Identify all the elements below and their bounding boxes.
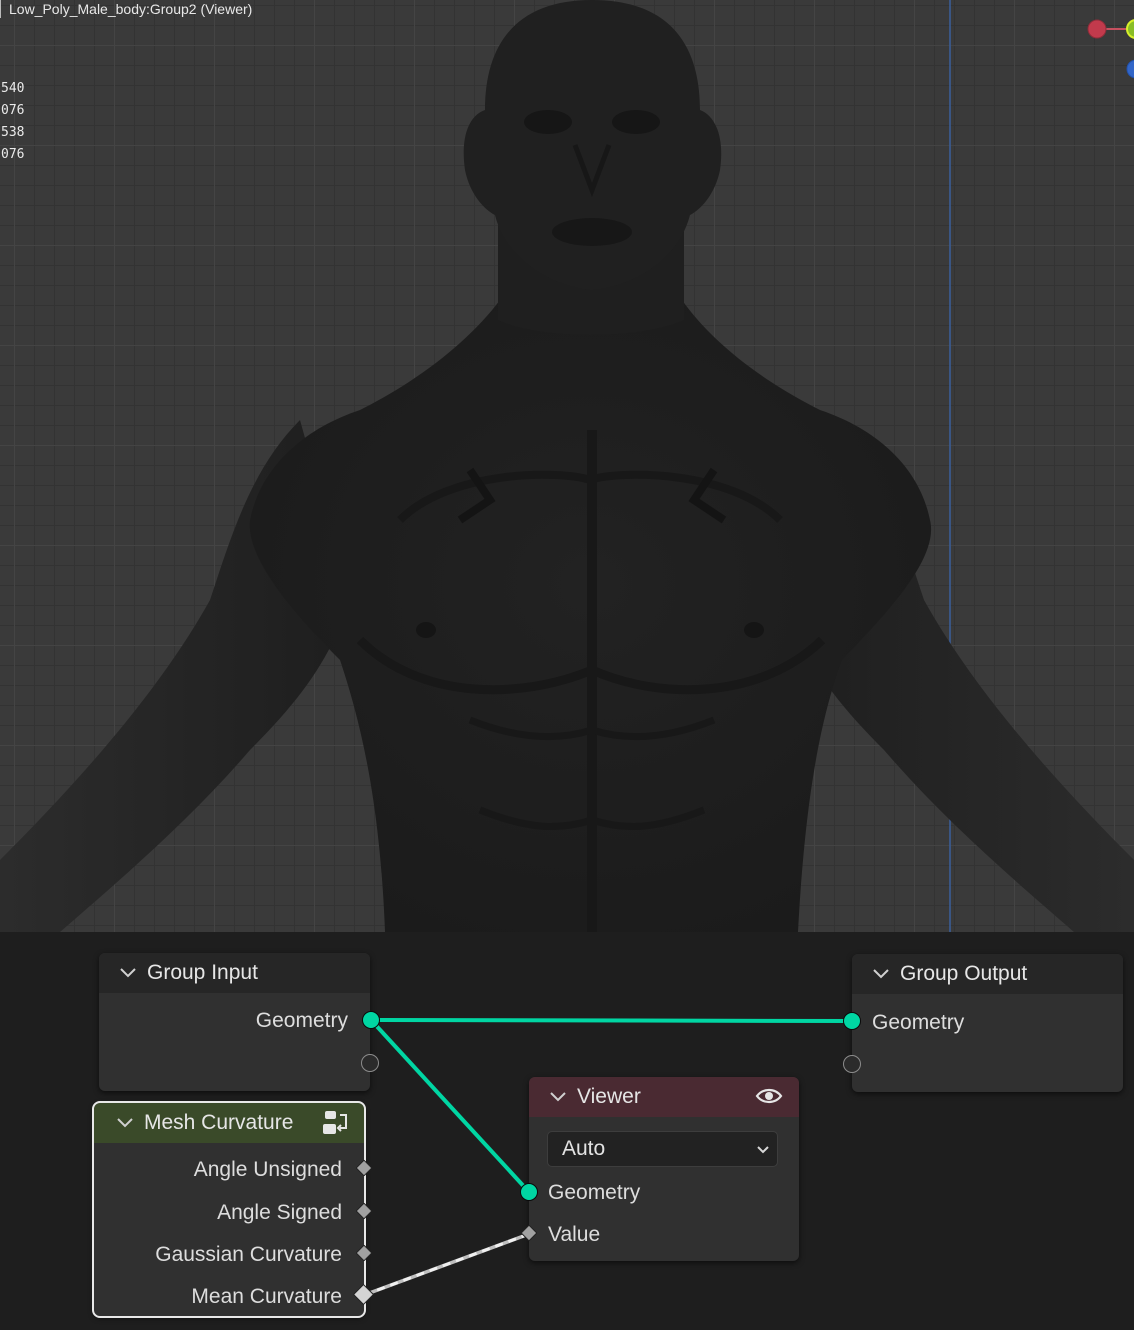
chevron-down-icon[interactable] — [547, 1086, 569, 1108]
z-axis-icon[interactable] — [1126, 59, 1134, 79]
stat-value: 538 — [1, 125, 25, 140]
geometry-output-socket[interactable] — [362, 1011, 380, 1029]
x-axis-icon[interactable] — [1087, 19, 1107, 39]
socket-label-angle-unsigned: Angle Unsigned — [193, 1158, 342, 1181]
domain-dropdown[interactable]: Auto — [547, 1131, 778, 1167]
node-header[interactable]: Viewer — [529, 1077, 799, 1117]
socket-label-value: Value — [548, 1223, 601, 1246]
group-input-node[interactable]: Group Input Geometry — [99, 953, 370, 1091]
node-header[interactable]: Group Input — [99, 953, 370, 993]
socket-label-geometry: Geometry — [548, 1181, 641, 1204]
socket-label-geometry: Geometry — [872, 1011, 965, 1034]
empty-input-socket[interactable] — [843, 1055, 861, 1073]
node-header[interactable]: Mesh Curvature — [94, 1103, 364, 1143]
viewport-object-title: Low_Poly_Male_body:Group2 (Viewer) — [0, 0, 252, 18]
empty-output-socket[interactable] — [361, 1054, 379, 1072]
eye-icon[interactable] — [755, 1085, 783, 1107]
link-geometry-to-output[interactable] — [370, 1018, 853, 1023]
node-title: Group Input — [147, 961, 258, 984]
geometry-node-editor[interactable]: Group Input Geometry Group Output Geomet… — [0, 932, 1134, 1330]
stat-value: 540 — [1, 81, 25, 96]
stat-value: 076 — [1, 147, 25, 162]
human-body-mesh — [0, 0, 1134, 932]
navigation-gizmo[interactable] — [1080, 12, 1134, 82]
link-geometry-to-viewer[interactable] — [369, 1018, 531, 1194]
node-title: Mesh Curvature — [144, 1111, 294, 1134]
y-axis-icon[interactable] — [1126, 19, 1134, 39]
mesh-curvature-node[interactable]: Mesh Curvature Angle Unsigned Angle Sign… — [92, 1101, 366, 1318]
chevron-down-icon[interactable] — [117, 962, 139, 984]
viewport-statistics: 540 076 538 076 — [1, 80, 24, 168]
domain-value: Auto — [562, 1137, 606, 1160]
geometry-input-socket[interactable] — [843, 1012, 861, 1030]
socket-label-mean-curvature: Mean Curvature — [191, 1285, 342, 1308]
viewer-geometry-input-socket[interactable] — [520, 1183, 538, 1201]
socket-label-gaussian-curvature: Gaussian Curvature — [155, 1243, 342, 1266]
viewer-node[interactable]: Viewer Auto Geometry Value — [529, 1077, 799, 1261]
chevron-down-icon[interactable] — [114, 1112, 136, 1134]
node-group-icon[interactable] — [322, 1109, 350, 1137]
node-title: Group Output — [900, 962, 1028, 985]
group-output-node[interactable]: Group Output Geometry — [852, 954, 1123, 1092]
node-title: Viewer — [577, 1085, 641, 1108]
chevron-down-icon[interactable] — [870, 963, 892, 985]
node-header[interactable]: Group Output — [852, 954, 1123, 994]
3d-viewport[interactable]: Low_Poly_Male_body:Group2 (Viewer) 540 0… — [0, 0, 1134, 932]
socket-label-geometry: Geometry — [255, 1009, 348, 1032]
stat-value: 076 — [1, 103, 25, 118]
chevron-down-icon — [757, 1146, 769, 1154]
socket-label-angle-signed: Angle Signed — [217, 1201, 342, 1224]
